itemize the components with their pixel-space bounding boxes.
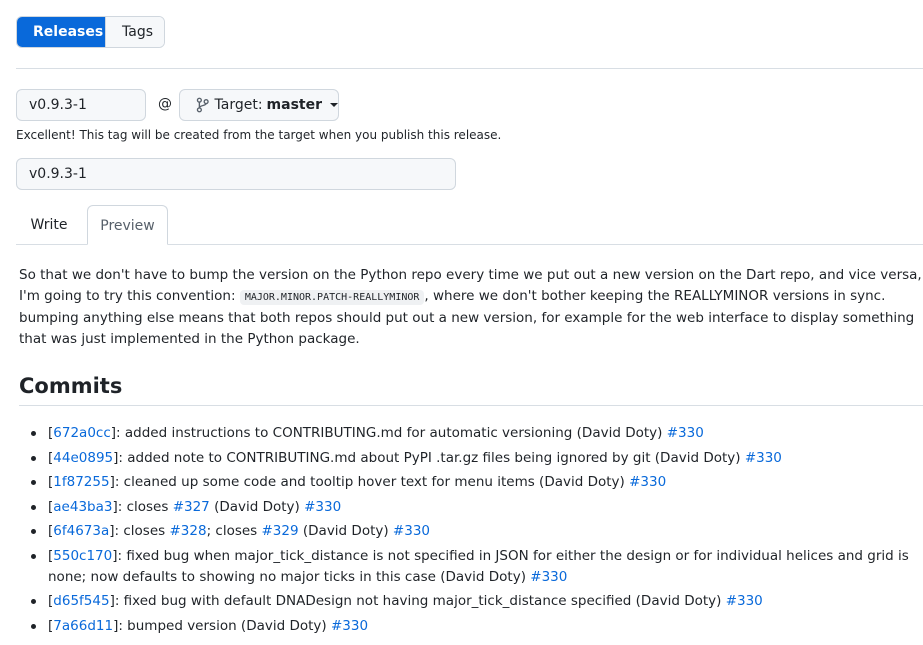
list-item: [d65f545]: fixed bug with default DNADes… [20, 591, 910, 612]
pr-link[interactable]: #330 [629, 474, 666, 490]
tag-hint-text: Excellent! This tag will be created from… [16, 128, 502, 142]
target-label: Target: [214, 97, 263, 113]
chevron-down-icon [330, 103, 338, 107]
pr-link[interactable]: #330 [304, 499, 341, 515]
pr-link[interactable]: #330 [745, 450, 782, 466]
pr-link[interactable]: #330 [331, 618, 368, 634]
commit-sha-link[interactable]: 7a66d11 [53, 618, 113, 634]
commit-sha-link[interactable]: 672a0cc [53, 425, 110, 441]
list-item: [ae43ba3]: closes #327 (David Doty) #330 [20, 497, 910, 518]
release-description: So that we don't have to bump the versio… [19, 265, 923, 350]
issue-link[interactable]: #328 [169, 523, 206, 539]
tab-write[interactable]: Write [16, 205, 82, 245]
commits-heading-divider [19, 405, 923, 406]
git-branch-icon [196, 97, 209, 113]
list-item: [672a0cc]: added instructions to CONTRIB… [20, 423, 910, 444]
list-item: [6f4673a]: closes #328; closes #329 (Dav… [20, 521, 910, 542]
commit-sha-link[interactable]: 550c170 [53, 548, 112, 564]
releases-tab-button[interactable]: Releases [17, 17, 105, 47]
target-branch-dropdown[interactable]: Target: master [179, 89, 339, 121]
commit-sha-link[interactable]: ae43ba3 [53, 499, 112, 515]
tag-name-input[interactable]: v0.9.3-1 [16, 89, 146, 121]
pr-link[interactable]: #330 [530, 569, 567, 585]
at-sign: @ [158, 96, 172, 112]
issue-link[interactable]: #327 [173, 499, 210, 515]
commit-list: [672a0cc]: added instructions to CONTRIB… [20, 423, 910, 640]
tab-preview[interactable]: Preview [87, 205, 168, 245]
release-title-input[interactable]: v0.9.3-1 [16, 158, 456, 190]
target-value: master [266, 97, 322, 113]
pr-link[interactable]: #330 [667, 425, 704, 441]
commit-sha-link[interactable]: d65f545 [53, 593, 109, 609]
commit-sha-link[interactable]: 6f4673a [53, 523, 109, 539]
pr-link[interactable]: #330 [726, 593, 763, 609]
pr-link[interactable]: #330 [393, 523, 430, 539]
commits-heading: Commits [19, 374, 123, 398]
releases-tags-switch: Releases Tags [16, 16, 165, 48]
commit-sha-link[interactable]: 1f87255 [53, 474, 109, 490]
list-item: [550c170]: fixed bug when major_tick_dis… [20, 546, 910, 588]
tags-tab-button[interactable]: Tags [105, 17, 164, 47]
list-item: [7a66d11]: bumped version (David Doty) #… [20, 616, 910, 637]
list-item: [44e0895]: added note to CONTRIBUTING.md… [20, 448, 910, 469]
divider [16, 68, 923, 69]
version-convention-code: MAJOR.MINOR.PATCH-REALLYMINOR [239, 290, 425, 305]
issue-link[interactable]: #329 [262, 523, 299, 539]
list-item: [1f87255]: cleaned up some code and tool… [20, 472, 910, 493]
commit-sha-link[interactable]: 44e0895 [53, 450, 113, 466]
